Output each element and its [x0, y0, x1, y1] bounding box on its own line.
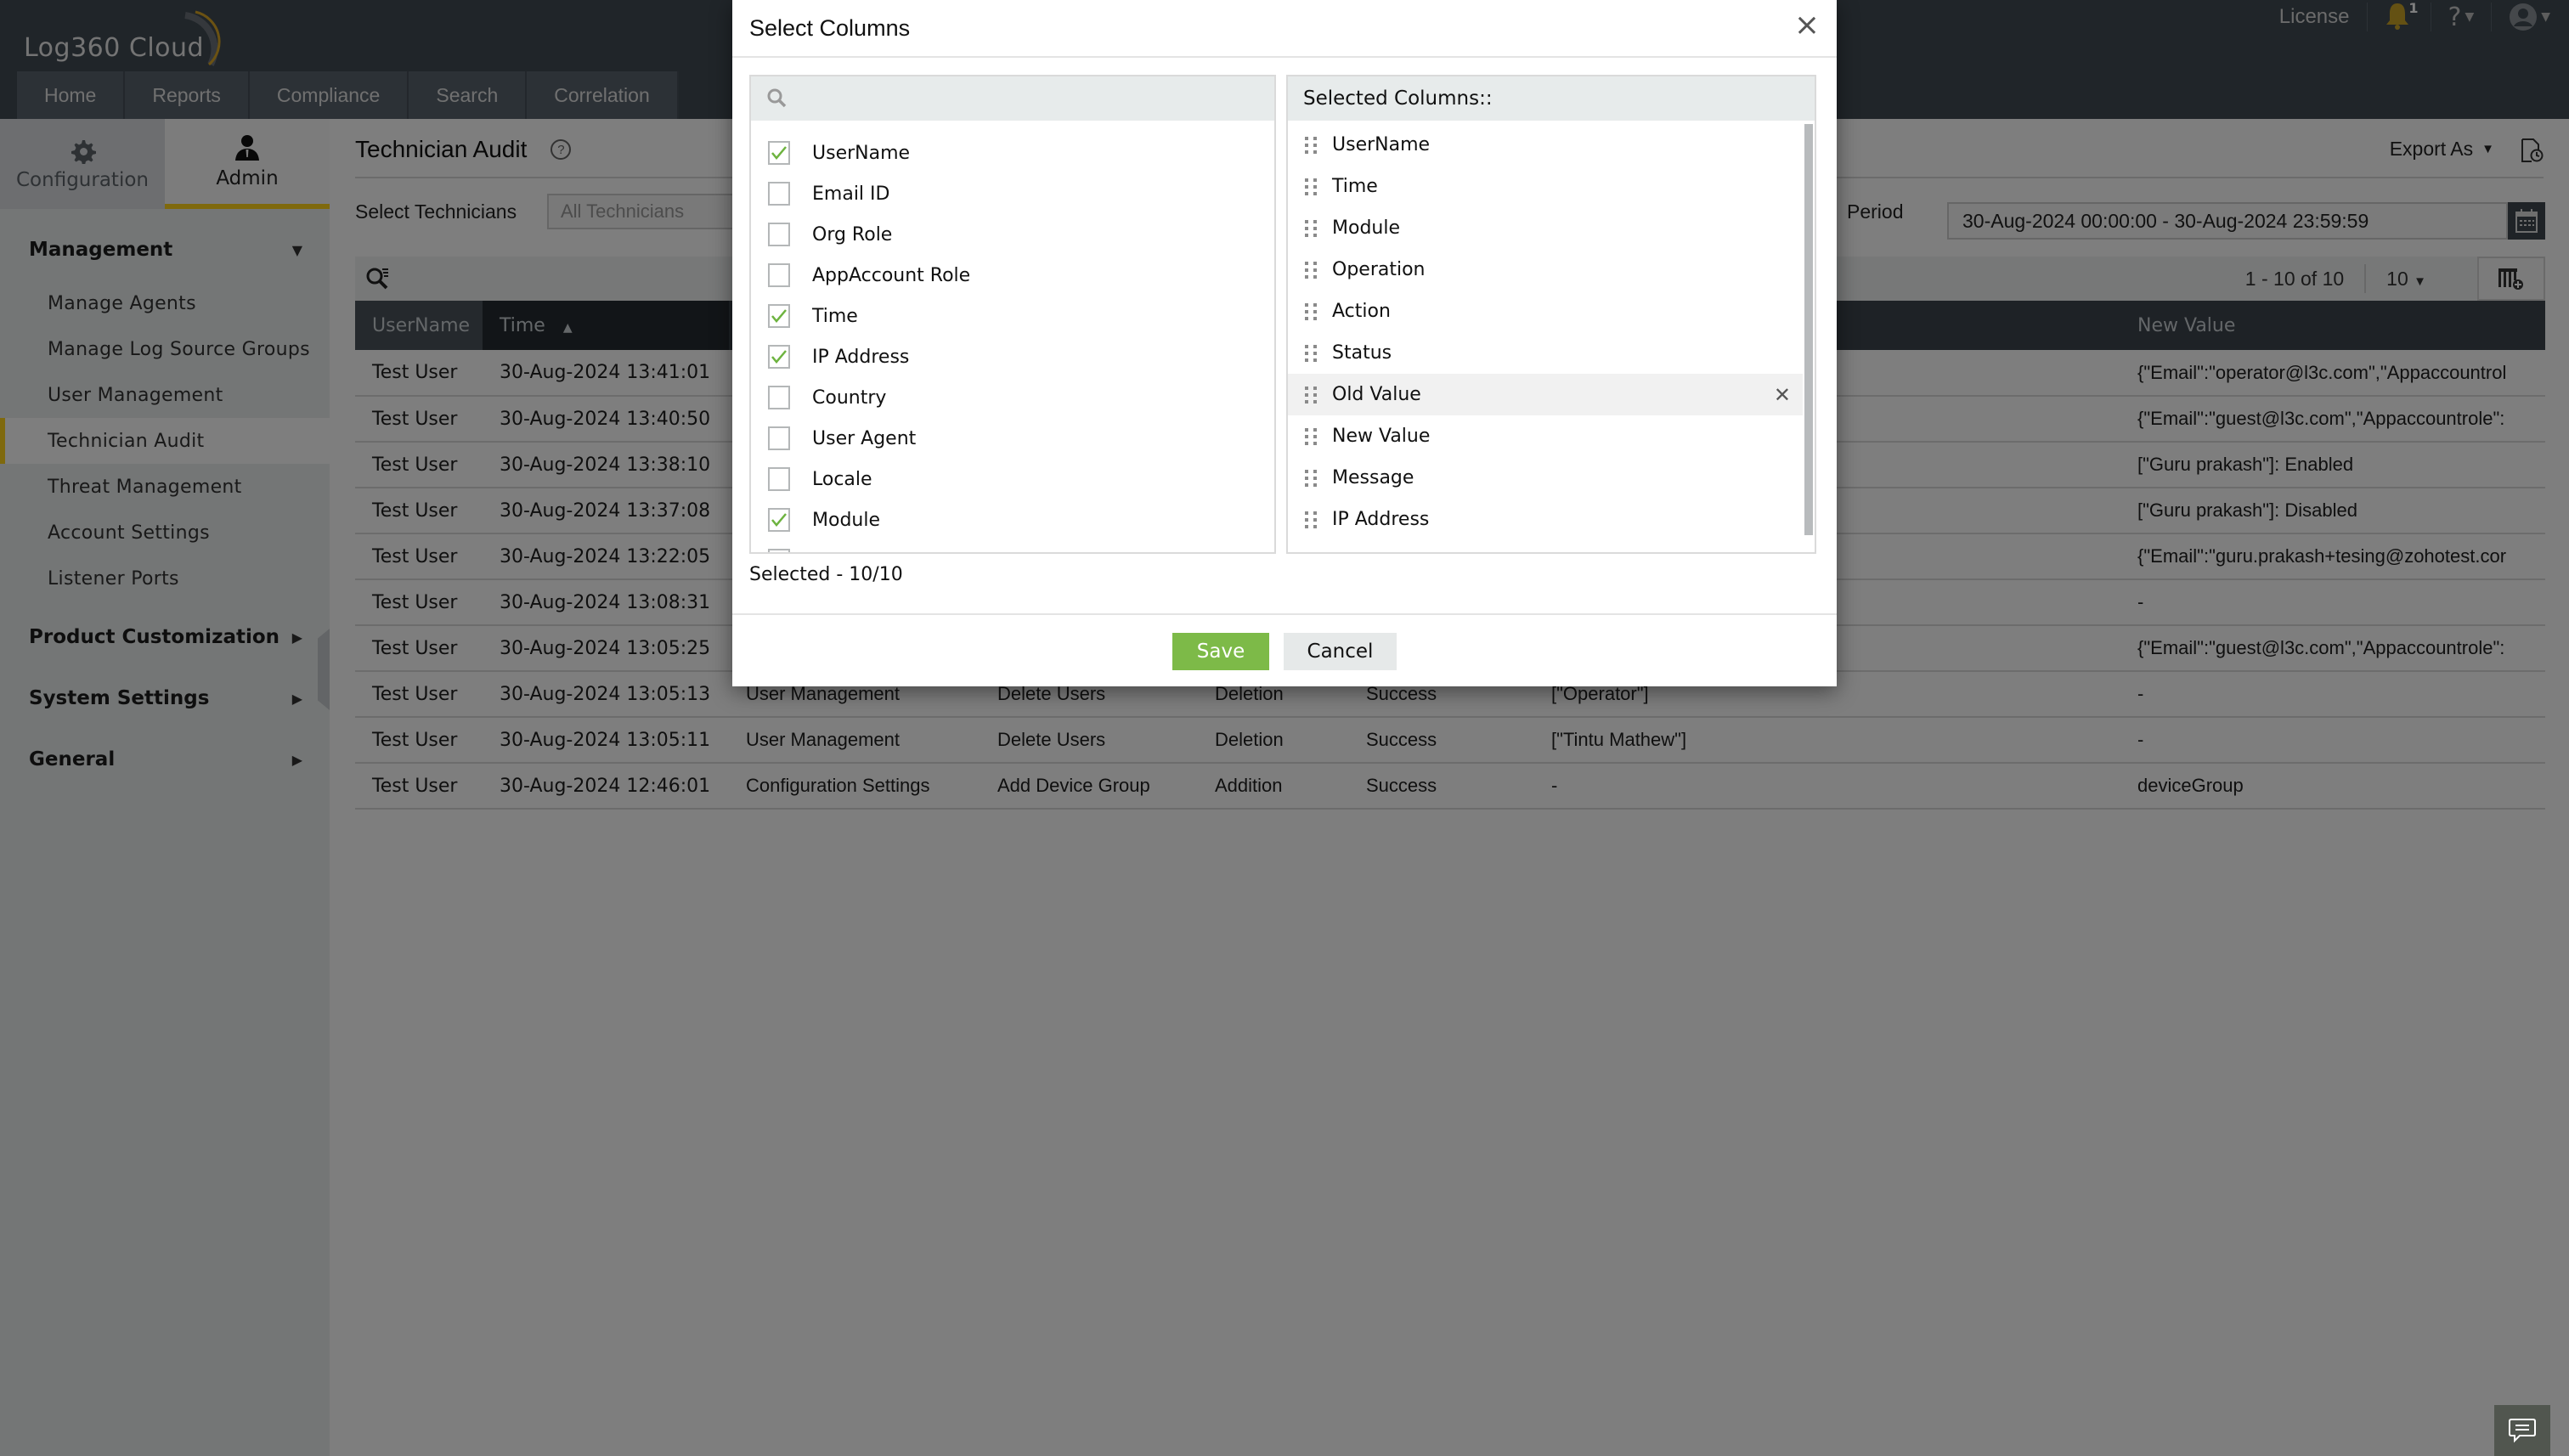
search-icon — [767, 88, 787, 108]
selected-column-item[interactable]: Message — [1288, 457, 1803, 499]
column-option-label: Email ID — [812, 183, 890, 205]
column-option-label: AppAccount Role — [812, 264, 971, 286]
drag-handle-icon[interactable] — [1305, 219, 1317, 237]
selected-list-scrollbar[interactable] — [1804, 124, 1813, 535]
column-option-label: IP Address — [812, 346, 910, 368]
checkbox-checked[interactable] — [768, 549, 790, 552]
selected-column-label: Operation — [1332, 259, 1426, 280]
column-option[interactable]: Module — [751, 499, 1274, 540]
checkbox-checked[interactable] — [768, 345, 790, 369]
checkmark-icon — [771, 513, 787, 527]
modal-title: Select Columns — [749, 15, 911, 41]
select-columns-modal: Select Columns × UserName Email ID Org Rol… — [732, 0, 1837, 686]
selected-column-label: Old Value — [1332, 384, 1421, 405]
column-search-field[interactable] — [751, 76, 1274, 121]
checkbox[interactable] — [768, 426, 790, 450]
drag-handle-icon[interactable] — [1305, 178, 1317, 195]
cancel-button[interactable]: Cancel — [1284, 633, 1397, 670]
selected-column-label: Action — [1332, 301, 1391, 322]
selected-column-label: Module — [1332, 217, 1400, 239]
checkbox-checked[interactable] — [768, 304, 790, 328]
checkbox-checked[interactable] — [768, 508, 790, 532]
chat-icon — [2509, 1419, 2536, 1443]
drag-handle-icon[interactable] — [1305, 261, 1317, 279]
column-option-label: Module — [812, 509, 880, 531]
close-icon[interactable]: × — [1794, 10, 1820, 41]
column-option-label: User Agent — [812, 427, 917, 449]
column-option-label: Org Role — [812, 223, 893, 245]
checkbox[interactable] — [768, 467, 790, 491]
selected-column-label: IP Address — [1332, 509, 1430, 530]
selected-column-item[interactable]: Old Value ✕ — [1288, 374, 1803, 415]
drag-handle-icon[interactable] — [1305, 469, 1317, 487]
selected-column-item[interactable]: Module — [1288, 207, 1803, 249]
column-option-label: Time — [812, 305, 858, 327]
selected-column-item[interactable]: IP Address — [1288, 499, 1803, 540]
drag-handle-icon[interactable] — [1305, 344, 1317, 362]
checkbox[interactable] — [768, 386, 790, 409]
column-option[interactable]: UserName — [751, 133, 1274, 173]
column-option[interactable]: User Agent — [751, 418, 1274, 459]
divider — [732, 56, 1837, 58]
selected-column-label: Time — [1332, 176, 1378, 197]
save-button[interactable]: Save — [1172, 633, 1269, 670]
column-option[interactable]: Org Role — [751, 214, 1274, 255]
remove-column-icon[interactable]: ✕ — [1774, 383, 1791, 407]
selected-column-label: Status — [1332, 342, 1392, 364]
column-option-label: Locale — [812, 468, 872, 490]
checkbox-checked[interactable] — [768, 141, 790, 165]
divider — [732, 613, 1837, 615]
column-option-partial[interactable] — [751, 540, 1274, 552]
selected-column-item[interactable]: New Value — [1288, 415, 1803, 457]
selected-columns-panel: Selected Columns:: UserNameTimeModuleOpe… — [1286, 75, 1816, 554]
selected-column-label: UserName — [1332, 134, 1431, 155]
selected-columns-header: Selected Columns:: — [1288, 76, 1815, 121]
checkmark-icon — [771, 146, 787, 160]
selected-column-item[interactable]: UserName — [1288, 124, 1803, 166]
column-search-input[interactable] — [799, 87, 1257, 110]
drag-handle-icon[interactable] — [1305, 511, 1317, 528]
checkbox[interactable] — [768, 263, 790, 287]
column-option-label: Country — [812, 387, 887, 409]
column-option-label: UserName — [812, 142, 911, 164]
checkbox[interactable] — [768, 182, 790, 206]
selected-column-item[interactable]: Time — [1288, 166, 1803, 207]
drag-handle-icon[interactable] — [1305, 136, 1317, 154]
column-option[interactable]: Country — [751, 377, 1274, 418]
drag-handle-icon[interactable] — [1305, 386, 1317, 404]
checkmark-icon — [771, 309, 787, 323]
column-option[interactable]: IP Address — [751, 336, 1274, 377]
column-option[interactable]: AppAccount Role — [751, 255, 1274, 296]
checkmark-icon — [771, 350, 787, 364]
column-option[interactable]: Locale — [751, 459, 1274, 499]
column-option[interactable]: Time — [751, 296, 1274, 336]
selected-column-item[interactable]: Status — [1288, 332, 1803, 374]
selected-count: Selected - 10/10 — [749, 564, 903, 585]
available-columns-list: UserName Email ID Org Role AppAccount Role T… — [751, 121, 1274, 552]
available-columns-panel: UserName Email ID Org Role AppAccount Role T… — [749, 75, 1276, 554]
chat-button[interactable] — [2494, 1405, 2550, 1456]
selected-column-item[interactable]: Operation — [1288, 249, 1803, 291]
selected-column-label: New Value — [1332, 426, 1431, 447]
selected-column-item[interactable]: Action — [1288, 291, 1803, 332]
drag-handle-icon[interactable] — [1305, 427, 1317, 445]
checkbox[interactable] — [768, 223, 790, 246]
selected-column-label: Message — [1332, 467, 1414, 488]
selected-columns-list: UserName Time Module Operation Action Status O… — [1288, 121, 1815, 540]
column-option[interactable]: Email ID — [751, 173, 1274, 214]
drag-handle-icon[interactable] — [1305, 302, 1317, 320]
